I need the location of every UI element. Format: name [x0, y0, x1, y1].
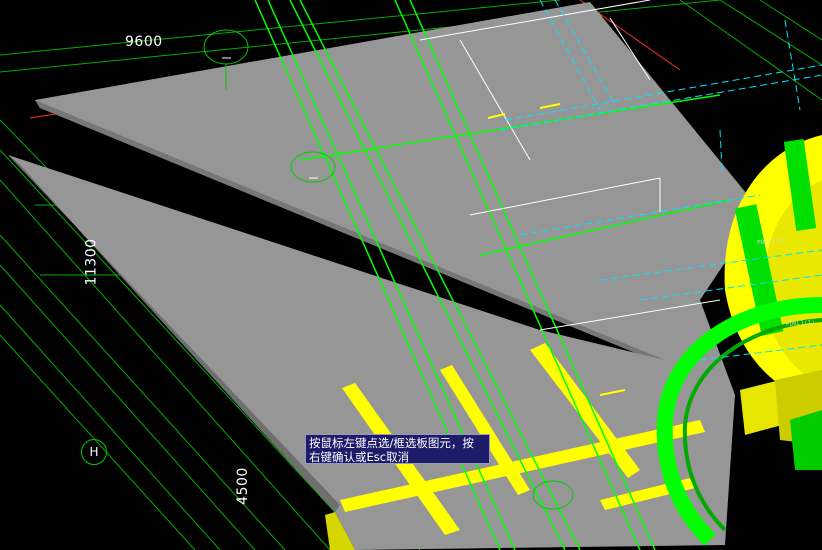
tooltip-line: 按鼠标左键点选/框选板图元，按 [309, 436, 474, 450]
dimension-label: 9600 [125, 34, 163, 50]
axis-bubble-h: H [81, 439, 107, 465]
tooltip-line: 右键确认或Esc取消 [309, 450, 410, 464]
dimension-label: 4500 [234, 467, 251, 505]
dimension-label: 11300 [83, 238, 100, 286]
model-canvas[interactable] [0, 0, 822, 550]
cad-viewport[interactable]: 9600 11300 4500 H PDKL1(1) PDKL1(1) 按鼠标左… [0, 0, 822, 550]
selection-hint-tooltip: 按鼠标左键点选/框选板图元，按 右键确认或Esc取消 [305, 434, 490, 464]
